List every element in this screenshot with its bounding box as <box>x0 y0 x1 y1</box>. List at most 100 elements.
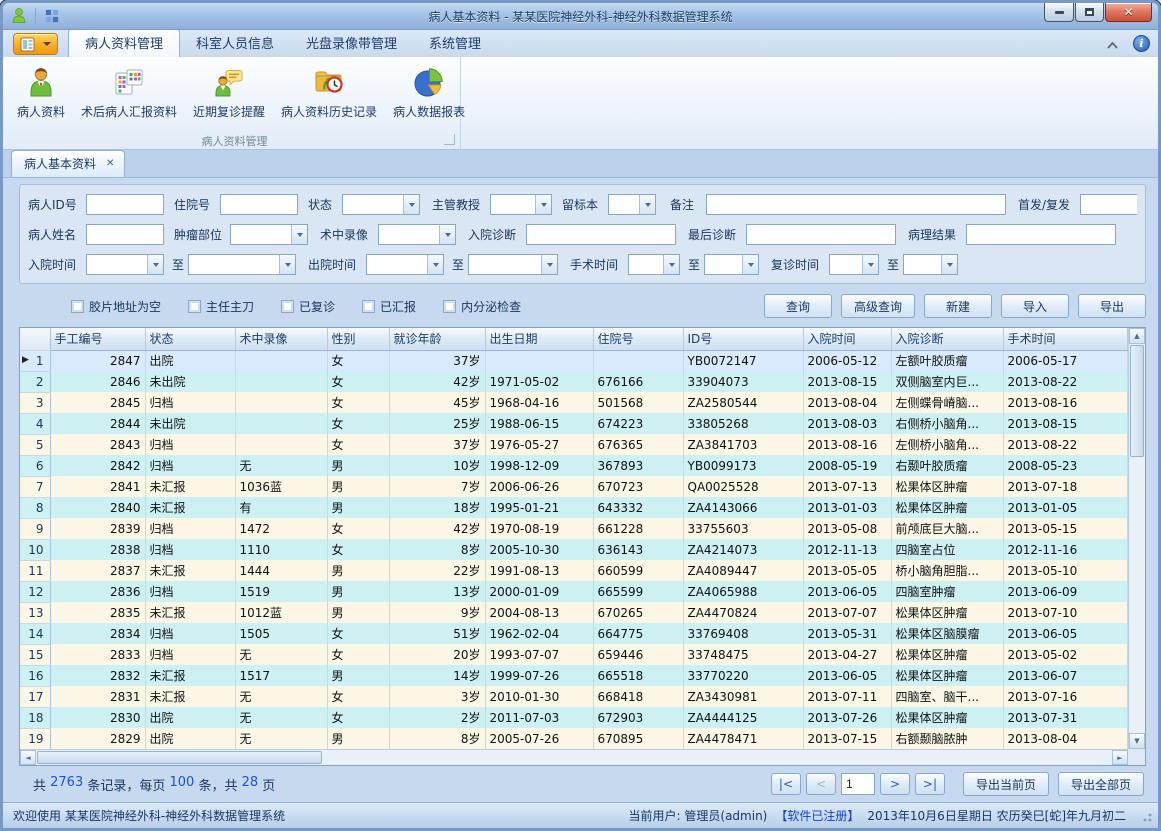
grid-cell[interactable]: 2845 <box>50 392 145 413</box>
horizontal-scrollbar[interactable]: ◄ ► <box>20 749 1128 765</box>
grid-cell[interactable]: 右额颞脑脓肿 <box>891 728 1003 749</box>
grid-cell[interactable]: 男 <box>327 560 389 581</box>
pager-last-button[interactable]: >| <box>915 773 945 795</box>
grid-cell[interactable]: 2013-05-05 <box>803 560 891 581</box>
grid-cell[interactable]: 42岁 <box>389 518 485 539</box>
grid-cell[interactable]: 出院 <box>145 728 235 749</box>
search-input[interactable] <box>746 224 896 245</box>
grid-cell[interactable]: 2013-07-16 <box>1003 686 1128 707</box>
table-row[interactable]: 92839归档1472女42岁1970-08-19661228337556032… <box>20 518 1128 539</box>
new-record-button[interactable]: 新建 <box>924 294 992 318</box>
grid-cell[interactable]: 无 <box>235 707 327 728</box>
table-row[interactable]: 152833归档无女20岁1993-07-0765944633748475201… <box>20 644 1128 665</box>
grid-cell[interactable]: ZA4444125 <box>683 707 803 728</box>
grid-cell[interactable]: 2005-10-30 <box>485 539 593 560</box>
grid-cell[interactable]: 2013-08-15 <box>803 371 891 392</box>
column-header[interactable]: 入院时间 <box>803 328 891 350</box>
dialog-launcher-icon[interactable] <box>444 134 455 145</box>
resize-grip[interactable] <box>1140 810 1152 822</box>
checkbox[interactable] <box>188 300 201 313</box>
ribbon-button[interactable]: 病人资料历史记录 <box>273 61 385 122</box>
tab-patient-basic-info[interactable]: 病人基本资料 ✕ <box>11 150 125 177</box>
chevron-down-icon[interactable] <box>941 255 957 274</box>
grid-cell[interactable]: 女 <box>327 434 389 455</box>
grid-cell[interactable]: 无 <box>235 455 327 476</box>
grid-cell[interactable]: 男 <box>327 602 389 623</box>
search-input[interactable] <box>706 194 1006 215</box>
grid-cell[interactable]: 1999-07-26 <box>485 665 593 686</box>
maximize-button[interactable] <box>1075 3 1104 22</box>
row-indicator[interactable]: 13 <box>20 602 50 623</box>
grid-cell[interactable]: 2832 <box>50 665 145 686</box>
row-indicator[interactable]: 2 <box>20 371 50 392</box>
grid-cell[interactable]: 1971-05-02 <box>485 371 593 392</box>
grid-cell[interactable]: 10岁 <box>389 455 485 476</box>
grid-cell[interactable]: 2013-08-22 <box>1003 434 1128 455</box>
grid-cell[interactable]: 男 <box>327 476 389 497</box>
row-indicator[interactable]: 8 <box>20 497 50 518</box>
grid-cell[interactable]: 33904073 <box>683 371 803 392</box>
table-row[interactable]: 162832未汇报1517男14岁1999-07-266655183377022… <box>20 665 1128 686</box>
grid-cell[interactable]: 45岁 <box>389 392 485 413</box>
grid-cell[interactable]: 2005-07-26 <box>485 728 593 749</box>
grid-cell[interactable]: 2844 <box>50 413 145 434</box>
row-indicator[interactable]: 3 <box>20 392 50 413</box>
checkbox[interactable] <box>281 300 294 313</box>
chevron-down-icon[interactable] <box>742 255 758 274</box>
grid-cell[interactable]: 2013-05-08 <box>803 518 891 539</box>
grid-cell[interactable]: 无 <box>235 728 327 749</box>
checkbox[interactable] <box>362 300 375 313</box>
grid-cell[interactable] <box>485 350 593 371</box>
grid-cell[interactable]: 2008-05-19 <box>803 455 891 476</box>
grid-cell[interactable]: 归档 <box>145 455 235 476</box>
grid-cell[interactable]: ZA4214073 <box>683 539 803 560</box>
pager-prev-button[interactable]: < <box>806 773 836 795</box>
advanced-query-button[interactable]: 高级查询 <box>841 294 915 318</box>
row-indicator[interactable]: 19 <box>20 728 50 749</box>
column-header[interactable]: ID号 <box>683 328 803 350</box>
row-indicator[interactable]: 14 <box>20 623 50 644</box>
grid-cell[interactable]: 2013-08-04 <box>803 392 891 413</box>
grid-cell[interactable]: 2834 <box>50 623 145 644</box>
grid-cell[interactable]: 1998-12-09 <box>485 455 593 476</box>
query-button[interactable]: 查询 <box>764 294 832 318</box>
grid-cell[interactable] <box>235 371 327 392</box>
grid-cell[interactable]: 男 <box>327 455 389 476</box>
grid-cell[interactable]: 37岁 <box>389 350 485 371</box>
grid-cell[interactable]: 2012-11-16 <box>1003 539 1128 560</box>
vertical-scrollbar-thumb[interactable] <box>1130 345 1144 457</box>
row-indicator[interactable]: 16 <box>20 665 50 686</box>
row-indicator[interactable]: 10 <box>20 539 50 560</box>
grid-cell[interactable]: 2013-07-13 <box>803 476 891 497</box>
search-combo[interactable] <box>829 254 879 275</box>
grid-cell[interactable]: 8岁 <box>389 539 485 560</box>
grid-cell[interactable]: 33770220 <box>683 665 803 686</box>
grid-cell[interactable]: 2831 <box>50 686 145 707</box>
grid-cell[interactable]: 2岁 <box>389 707 485 728</box>
grid-cell[interactable]: 2006-05-12 <box>803 350 891 371</box>
search-input[interactable] <box>86 224 164 245</box>
grid-cell[interactable]: 松果体区脑膜瘤 <box>891 623 1003 644</box>
grid-cell[interactable]: 37岁 <box>389 434 485 455</box>
grid-cell[interactable]: 33805268 <box>683 413 803 434</box>
filter-checkbox[interactable]: 已复诊 <box>281 298 335 315</box>
table-row[interactable]: 52843归档女37岁1976-05-27676365ZA38417032013… <box>20 434 1128 455</box>
grid-cell[interactable]: 501568 <box>593 392 683 413</box>
grid-cell[interactable]: 左侧桥小脑角... <box>891 434 1003 455</box>
grid-cell[interactable]: 20岁 <box>389 644 485 665</box>
minimize-button[interactable] <box>1044 3 1074 22</box>
grid-cell[interactable]: 女 <box>327 623 389 644</box>
table-row[interactable]: 142834归档1505女51岁1962-02-0466477533769408… <box>20 623 1128 644</box>
grid-cell[interactable]: 659446 <box>593 644 683 665</box>
grid-cell[interactable]: 1970-08-19 <box>485 518 593 539</box>
grid-cell[interactable]: ZA4143066 <box>683 497 803 518</box>
grid-cell[interactable]: 2838 <box>50 539 145 560</box>
grid-cell[interactable]: 2829 <box>50 728 145 749</box>
grid-cell[interactable]: 2013-06-07 <box>1003 665 1128 686</box>
grid-cell[interactable]: 661228 <box>593 518 683 539</box>
filter-checkbox[interactable]: 内分泌检查 <box>443 298 521 315</box>
search-combo[interactable] <box>628 254 680 275</box>
grid-cell[interactable] <box>235 350 327 371</box>
column-header[interactable]: 出生日期 <box>485 328 593 350</box>
grid-cell[interactable]: 女 <box>327 539 389 560</box>
